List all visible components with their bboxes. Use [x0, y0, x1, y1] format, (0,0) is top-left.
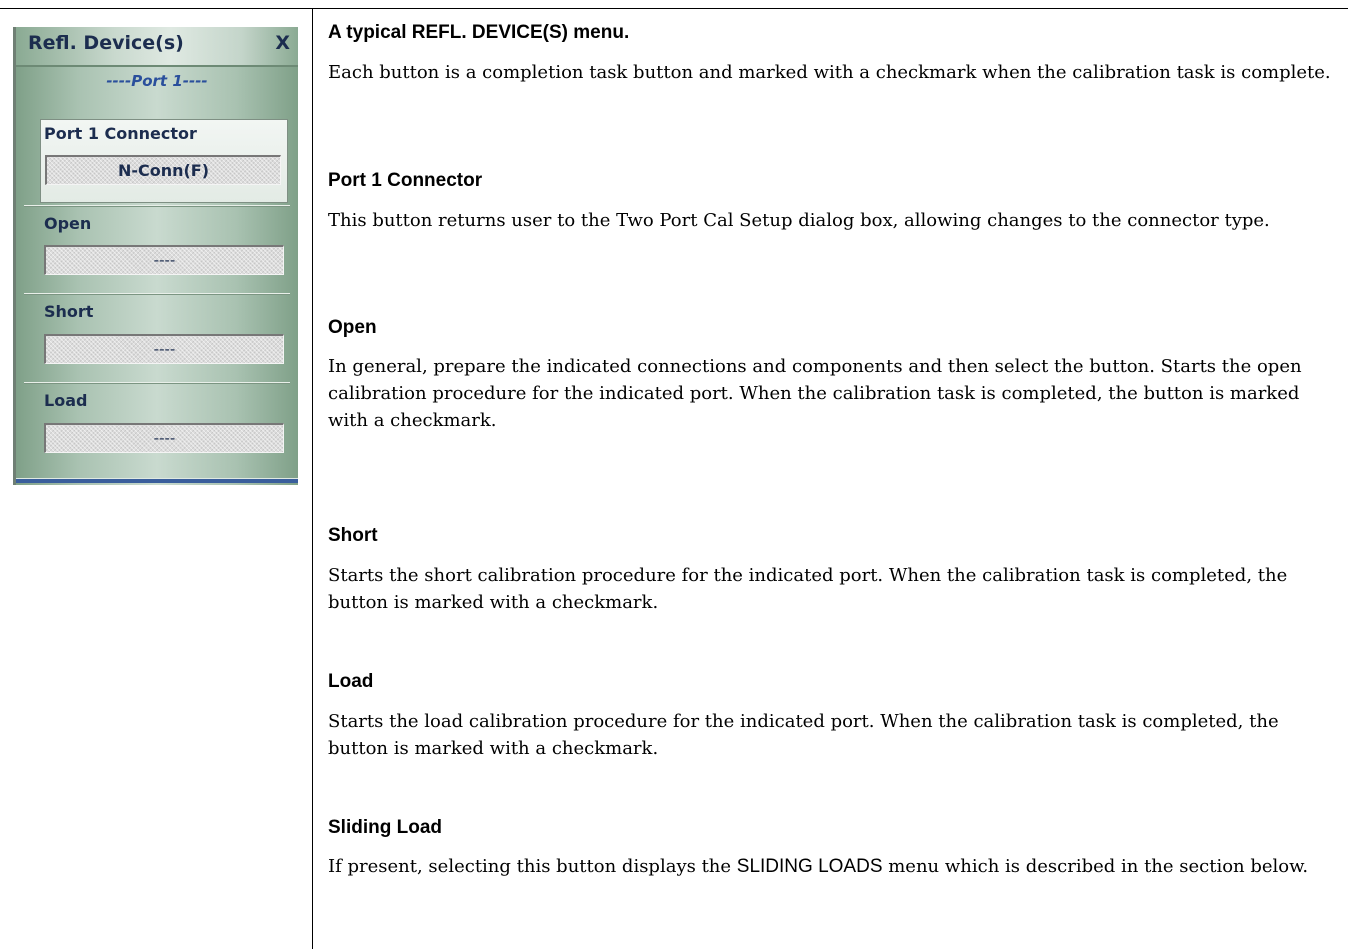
port-label: ----Port 1----	[106, 72, 208, 90]
section-heading: Open	[328, 317, 377, 338]
port-connector-value: N-Conn(F)	[45, 155, 281, 185]
menu-bottom-bar	[16, 478, 298, 483]
body-text: menu which is described in the section b…	[882, 856, 1309, 877]
section-heading: Load	[328, 671, 374, 692]
section-body: If present, selecting this button displa…	[328, 853, 1338, 880]
section-heading: Short	[328, 525, 378, 546]
separator	[24, 382, 290, 384]
separator	[24, 205, 290, 207]
column-divider	[312, 8, 313, 949]
close-button[interactable]: X	[275, 32, 290, 54]
port-connector-label: Port 1 Connector	[44, 124, 197, 143]
section-body: Starts the short calibration procedure f…	[328, 565, 1288, 613]
separator	[24, 293, 290, 295]
section-body: This button returns user to the Two Port…	[328, 210, 1270, 231]
top-rule	[0, 8, 1348, 9]
open-button[interactable]: ----	[44, 245, 284, 275]
figure-caption: A typical REFL. DEVICE(S) menu.	[328, 22, 630, 43]
open-label: Open	[44, 214, 92, 233]
load-button[interactable]: ----	[44, 423, 284, 453]
menu-title: Refl. Device(s)	[28, 32, 184, 54]
section-heading: Port 1 Connector	[328, 170, 483, 191]
section-heading: Sliding Load	[328, 817, 442, 838]
menu-keyword: SLIDING LOADS	[736, 856, 883, 877]
load-label: Load	[44, 391, 88, 410]
refl-devices-menu: Refl. Device(s) X ----Port 1---- Port 1 …	[13, 27, 298, 485]
section-body: Starts the load calibration procedure fo…	[328, 711, 1279, 759]
short-label: Short	[44, 302, 94, 321]
intro-paragraph: Each button is a completion task button …	[328, 62, 1331, 83]
short-button[interactable]: ----	[44, 334, 284, 364]
section-body: In general, prepare the indicated connec…	[328, 356, 1302, 431]
body-text: If present, selecting this button displa…	[328, 856, 737, 877]
menu-title-bar: Refl. Device(s) X	[16, 27, 298, 67]
